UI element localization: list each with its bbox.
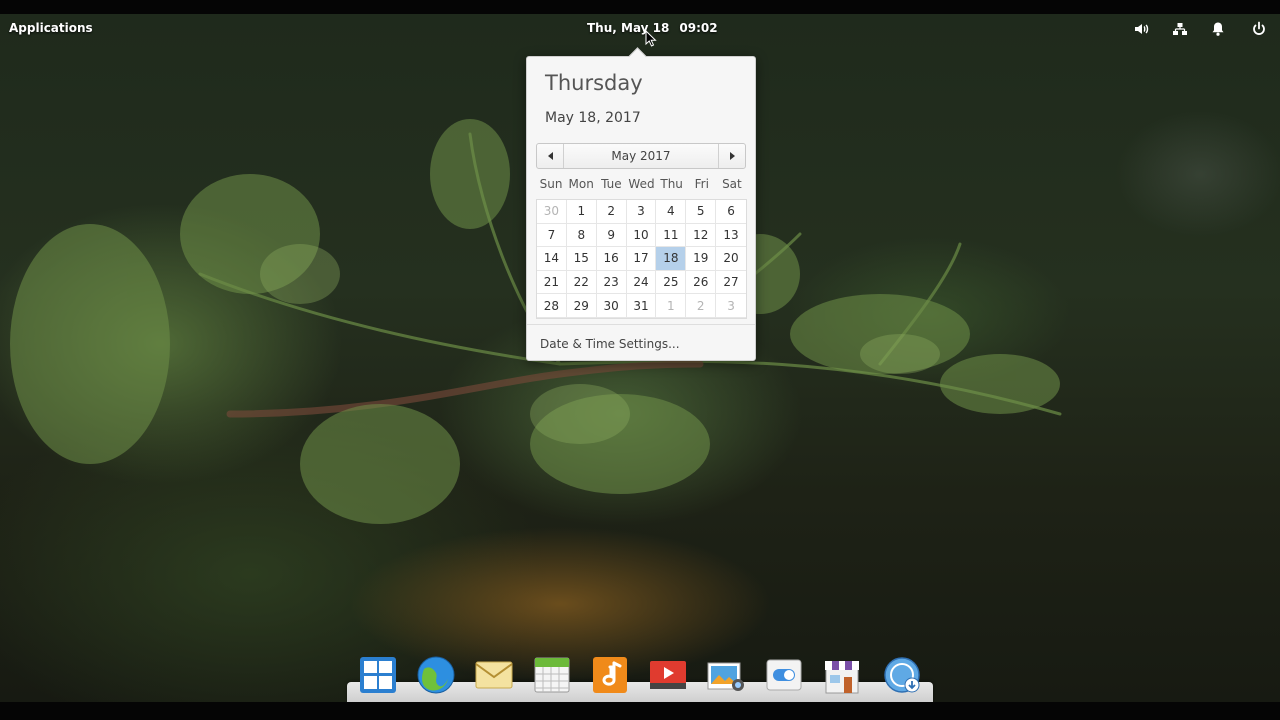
previous-month-button[interactable] xyxy=(537,144,564,168)
notifications-icon[interactable] xyxy=(1209,20,1227,38)
calendar-day[interactable]: 7 xyxy=(537,223,567,248)
clock-time: 09:02 xyxy=(679,21,718,35)
videos-icon[interactable] xyxy=(648,655,688,695)
calendar-day-today[interactable]: 18 xyxy=(656,247,687,271)
calendar-day[interactable]: 26 xyxy=(686,270,717,295)
letterbox-top xyxy=(0,0,1280,14)
weekday-title: Thursday xyxy=(545,71,643,95)
volume-icon[interactable] xyxy=(1132,20,1150,38)
calendar-day[interactable]: 24 xyxy=(626,270,657,295)
power-icon[interactable] xyxy=(1250,20,1268,38)
calendar-day[interactable]: 22 xyxy=(566,270,597,295)
dow-sun: Sun xyxy=(539,177,563,191)
calendar-app-icon[interactable] xyxy=(532,655,572,695)
clock-date: Thu, May 18 xyxy=(587,21,670,35)
calendar-day[interactable]: 12 xyxy=(686,223,717,248)
dow-thu: Thu xyxy=(660,177,683,191)
calendar-day[interactable]: 2 xyxy=(686,294,717,318)
music-icon[interactable] xyxy=(590,655,630,695)
dow-mon: Mon xyxy=(568,177,594,191)
calendar-day[interactable]: 1 xyxy=(656,294,687,318)
calendar-day[interactable]: 28 xyxy=(537,294,567,318)
dow-fri: Fri xyxy=(694,177,709,191)
calendar-day[interactable]: 16 xyxy=(596,247,627,271)
month-navigation: May 2017 xyxy=(536,143,746,169)
top-panel: Applications Thu, May 18 09:02 xyxy=(0,14,1280,44)
calendar-day[interactable]: 1 xyxy=(566,200,597,224)
calendar-day[interactable]: 23 xyxy=(596,270,627,295)
calendar-day[interactable]: 8 xyxy=(566,223,597,248)
calendar-day[interactable]: 11 xyxy=(656,223,687,248)
dow-tue: Tue xyxy=(601,177,622,191)
full-date: May 18, 2017 xyxy=(545,110,641,126)
letterbox-bottom xyxy=(0,702,1280,720)
date-time-settings-link[interactable]: Date & Time Settings... xyxy=(540,337,680,351)
calendar-day[interactable]: 13 xyxy=(716,224,746,248)
calendar-day[interactable]: 5 xyxy=(686,200,717,224)
day-of-week-header: Sun Mon Tue Wed Thu Fri Sat xyxy=(536,177,747,191)
system-settings-icon[interactable] xyxy=(764,655,804,695)
calendar-day[interactable]: 20 xyxy=(716,247,746,271)
next-month-button[interactable] xyxy=(718,144,745,168)
calendar-day[interactable]: 30 xyxy=(537,200,567,224)
photos-icon[interactable] xyxy=(706,655,746,695)
calendar-day[interactable]: 29 xyxy=(566,294,597,318)
dow-sat: Sat xyxy=(722,177,742,191)
arrow-left-icon xyxy=(547,152,553,160)
calendar-day[interactable]: 9 xyxy=(596,223,627,248)
calendar-day[interactable]: 3 xyxy=(626,200,657,224)
applications-menu[interactable]: Applications xyxy=(9,21,93,35)
installer-icon[interactable] xyxy=(882,655,922,695)
month-label: May 2017 xyxy=(611,149,671,163)
calendar-day[interactable]: 14 xyxy=(537,247,567,271)
calendar-day[interactable]: 30 xyxy=(596,294,627,318)
app-center-icon[interactable] xyxy=(822,655,862,695)
calendar-day[interactable]: 31 xyxy=(626,294,657,318)
calendar-popover: Thursday May 18, 2017 May 2017 Sun Mon T… xyxy=(526,47,756,361)
mouse-cursor-icon xyxy=(645,30,657,47)
dow-wed: Wed xyxy=(628,177,655,191)
popover-separator xyxy=(527,324,755,325)
network-icon[interactable] xyxy=(1171,20,1189,38)
multitasking-view-icon[interactable] xyxy=(358,655,398,695)
arrow-right-icon xyxy=(729,152,735,160)
calendar-day[interactable]: 3 xyxy=(716,294,746,318)
calendar-day[interactable]: 17 xyxy=(626,247,657,271)
calendar-day[interactable]: 25 xyxy=(656,270,687,295)
calendar-day[interactable]: 6 xyxy=(716,200,746,224)
calendar-day[interactable]: 2 xyxy=(596,200,627,224)
calendar-day[interactable]: 15 xyxy=(566,247,597,271)
calendar-grid: 30 1 2 3 4 5 6 7 8 9 10 11 12 13 14 15 1… xyxy=(536,199,747,319)
calendar-day[interactable]: 19 xyxy=(686,247,717,271)
calendar-day[interactable]: 10 xyxy=(626,223,657,248)
web-browser-icon[interactable] xyxy=(416,655,456,695)
calendar-day[interactable]: 4 xyxy=(656,200,687,224)
calendar-day[interactable]: 21 xyxy=(537,270,567,295)
mail-icon[interactable] xyxy=(474,655,514,695)
calendar-day[interactable]: 27 xyxy=(716,271,746,295)
